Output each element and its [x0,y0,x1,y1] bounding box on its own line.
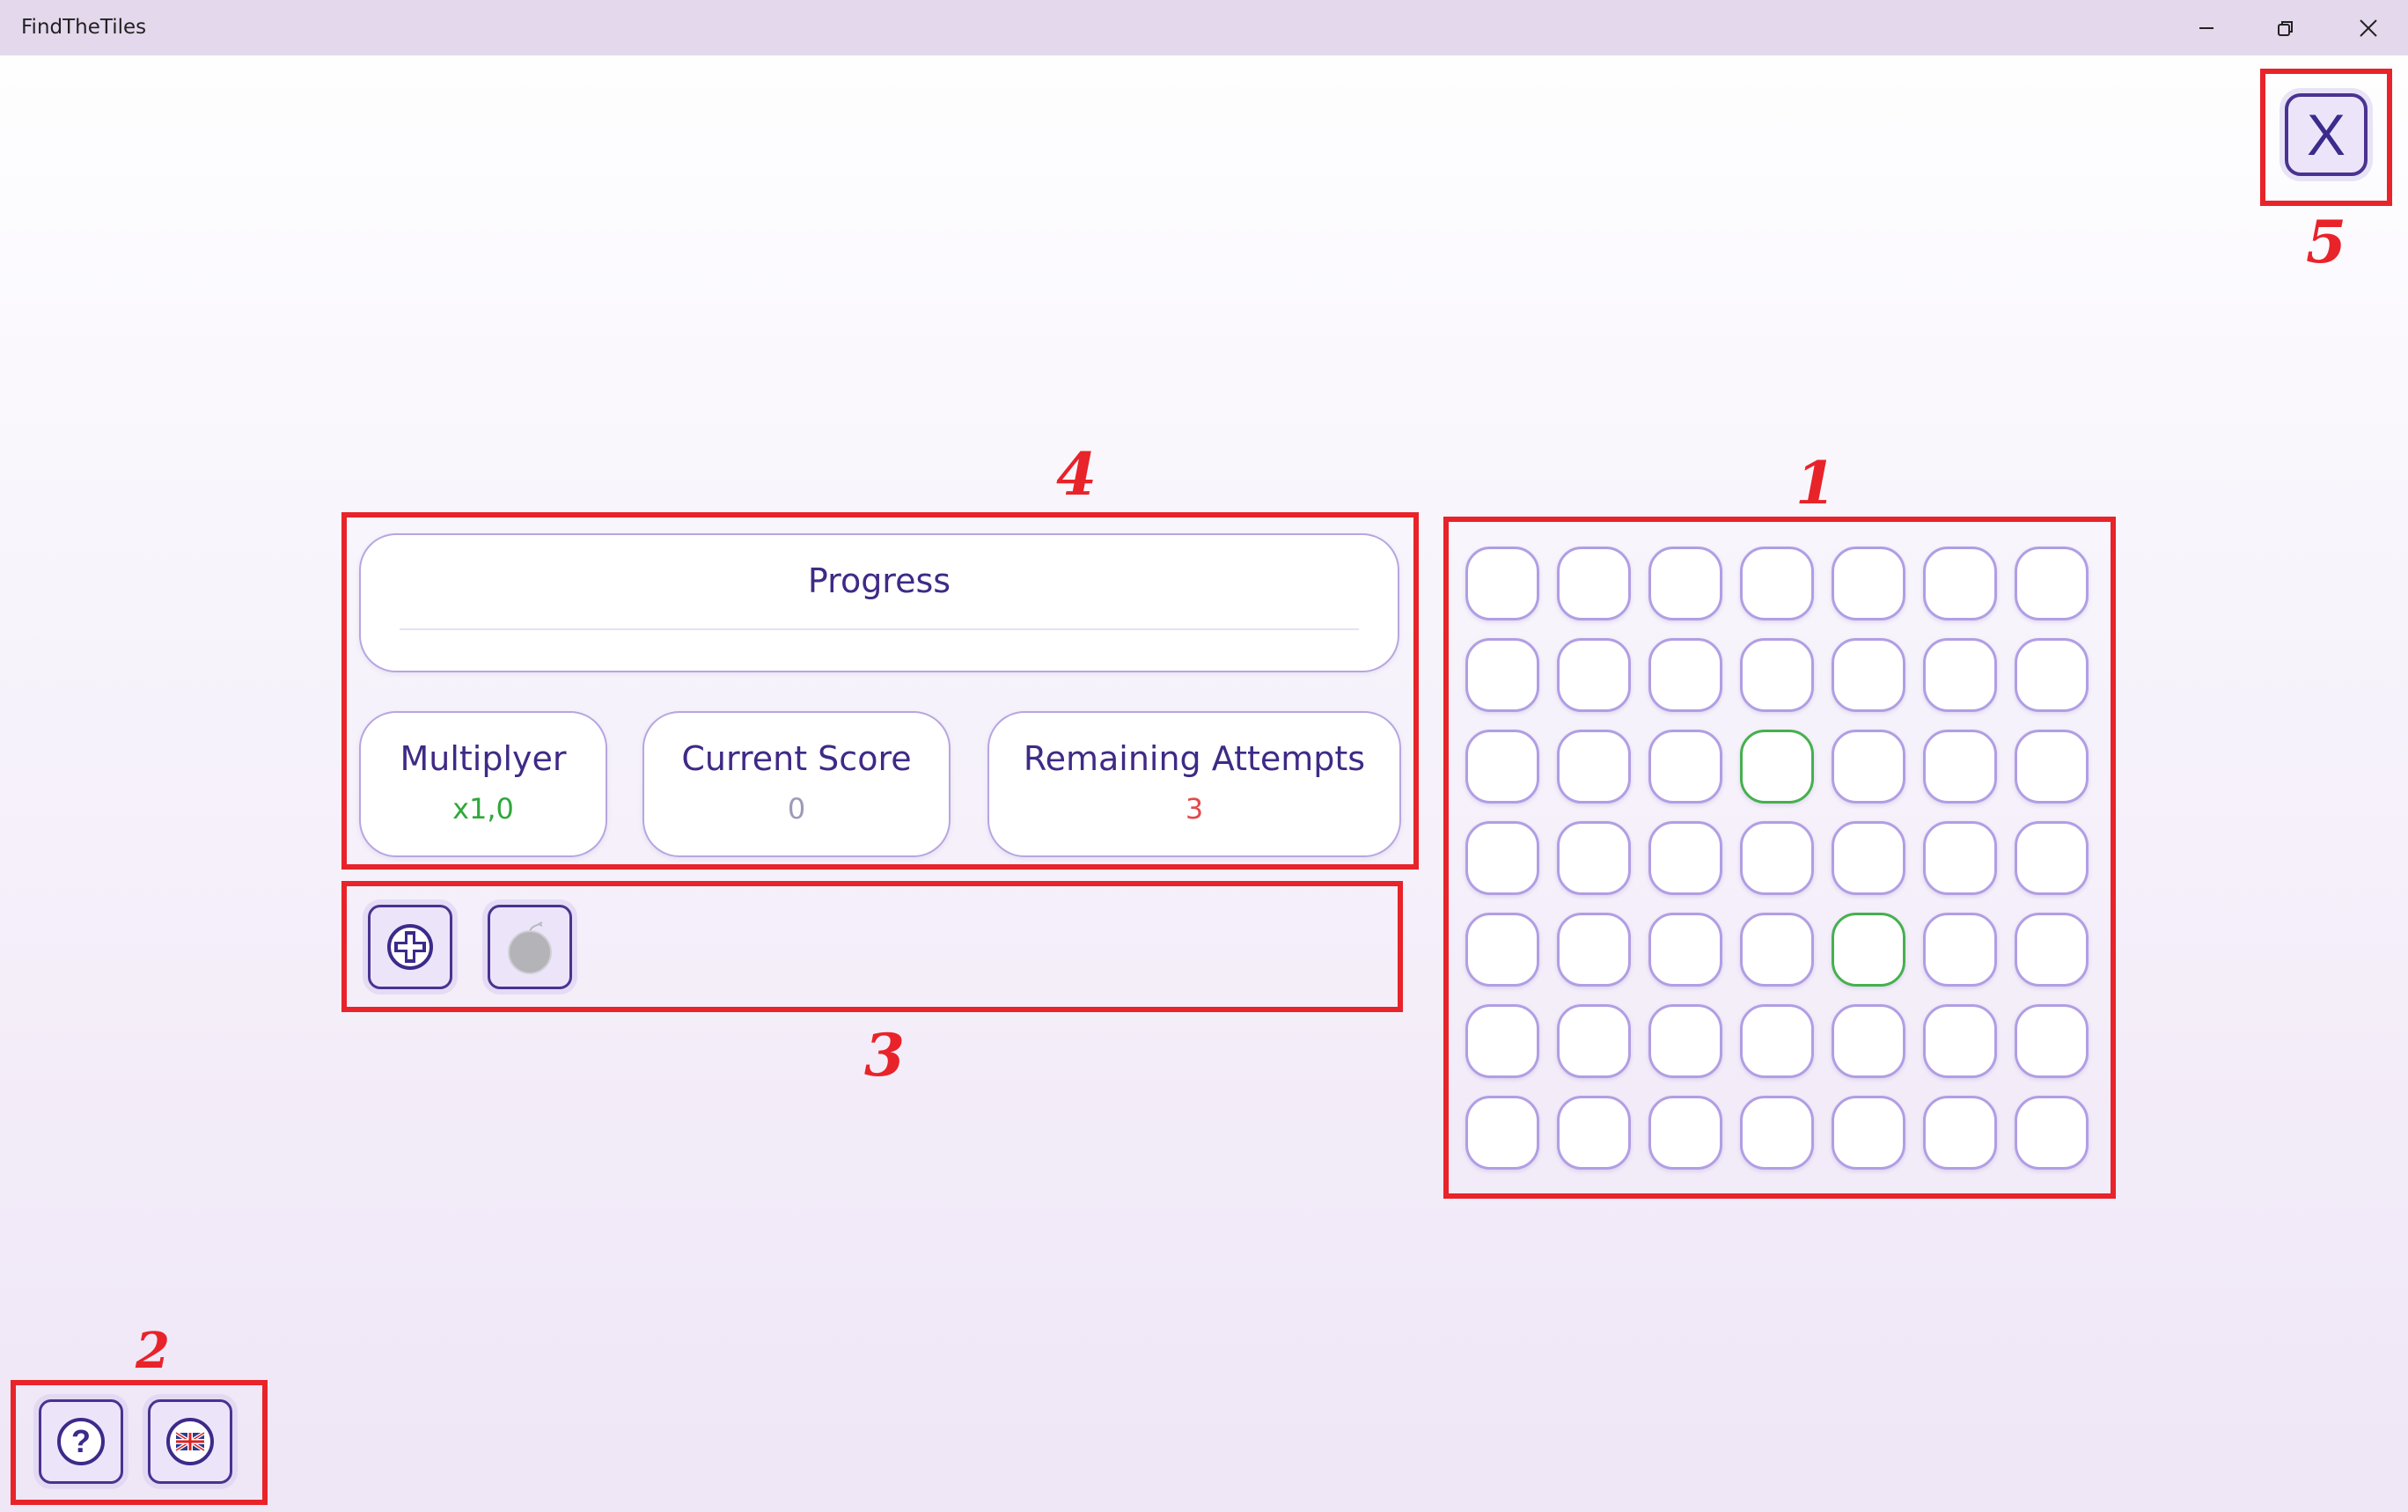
annotation-label-5: 5 [2306,208,2346,276]
annotation-box-2 [11,1380,268,1505]
annotation-label-1: 1 [1795,449,1836,517]
minimize-button[interactable] [2167,0,2246,55]
annotation-box-4 [341,512,1419,870]
close-icon [2360,18,2377,37]
minimize-icon [2199,26,2213,29]
title-bar: FindTheTiles [0,0,2408,55]
app-title: FindTheTiles [21,16,147,39]
annotation-label-4: 4 [1056,440,1097,509]
annotation-box-5 [2260,69,2392,206]
annotation-label-3: 3 [864,1021,905,1090]
restore-button[interactable] [2246,0,2325,55]
window-close-button[interactable] [2329,0,2408,55]
annotation-box-1 [1443,517,2116,1199]
annotation-label-2: 2 [136,1322,170,1380]
annotation-box-3 [341,881,1403,1012]
restore-icon [2278,20,2293,36]
